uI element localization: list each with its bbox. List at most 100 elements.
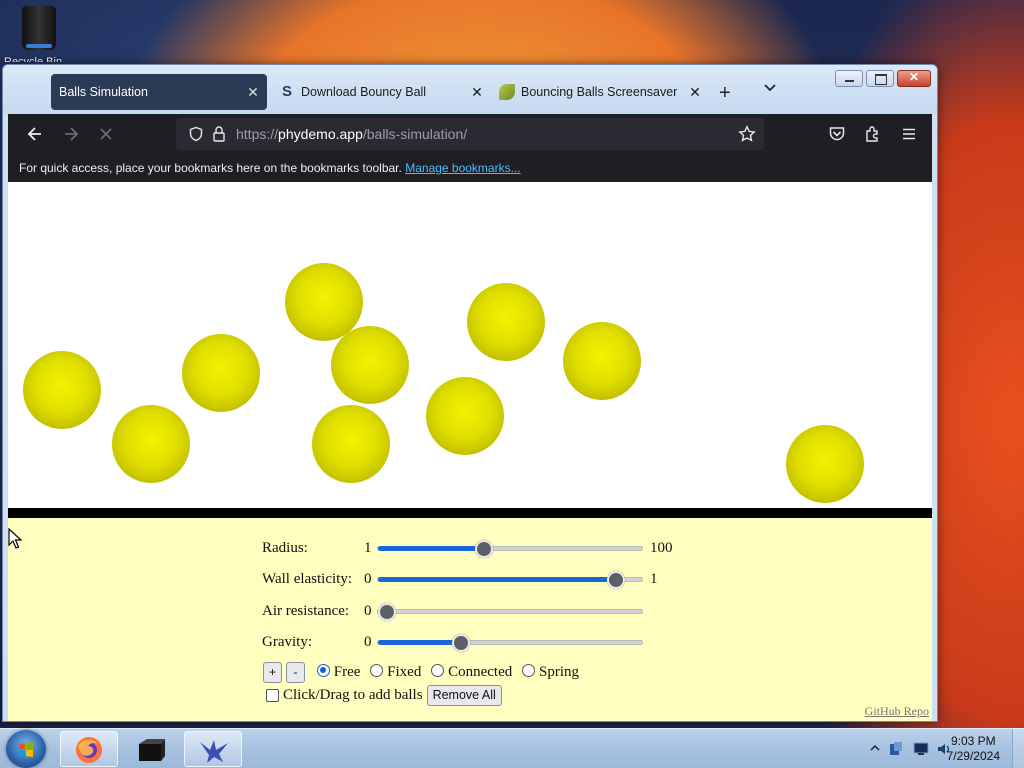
mode-connected-radio[interactable] (431, 664, 445, 677)
ball[interactable] (312, 405, 390, 483)
radius-max: 100 (650, 539, 673, 556)
lock-icon[interactable] (212, 125, 226, 143)
mode-fixed-option[interactable]: Fixed (370, 664, 421, 681)
tab-close-icon[interactable]: ✕ (463, 84, 491, 101)
ball[interactable] (426, 377, 504, 455)
wall-elasticity-min: 0 (364, 570, 372, 587)
gravity-slider[interactable] (377, 634, 643, 652)
start-button[interactable] (6, 730, 46, 768)
taskbar-firefox[interactable] (60, 731, 118, 767)
mode-connected-option[interactable]: Connected (431, 664, 512, 681)
wall-elasticity-label: Wall elasticity: (262, 570, 353, 587)
mode-spring-label: Spring (538, 664, 579, 680)
browser-window: Balls Simulation ✕ S Download Bouncy Bal… (2, 64, 938, 722)
mode-fixed-radio[interactable] (370, 664, 384, 677)
tab-balls-simulation[interactable]: Balls Simulation ✕ (51, 74, 267, 110)
clock-time: 9:03 PM (950, 734, 996, 748)
taskbar-terminal[interactable] (122, 731, 180, 767)
new-tab-button[interactable]: + (719, 82, 731, 105)
windows-logo-icon (19, 742, 33, 757)
wall-elasticity-slider-thumb[interactable] (606, 571, 625, 589)
network-icon[interactable] (912, 741, 930, 757)
s-logo-icon: S (281, 83, 292, 100)
ball[interactable] (182, 334, 260, 412)
air-resistance-slider[interactable] (377, 603, 643, 621)
minimize-button[interactable] (835, 70, 863, 87)
action-center-icon[interactable] (888, 741, 904, 757)
stop-loading-icon[interactable] (96, 124, 116, 144)
gravity-min: 0 (364, 633, 372, 650)
add-ball-button[interactable]: + (263, 662, 282, 683)
ball[interactable] (563, 322, 641, 400)
mode-row: + - Free Fixed Connected Spring (263, 662, 579, 683)
url-path: /balls-simulation/ (362, 126, 468, 142)
taskbar-bird-app[interactable] (184, 731, 242, 767)
firefox-icon (76, 737, 102, 763)
extensions-icon[interactable] (864, 125, 882, 143)
mouse-cursor-icon (8, 528, 22, 549)
mode-free-option[interactable]: Free (317, 664, 360, 681)
navigation-toolbar: https://phydemo.app/balls-simulation/ (8, 114, 932, 154)
simulation-canvas[interactable] (8, 182, 932, 508)
radius-label: Radius: (262, 539, 308, 556)
gravity-label: Gravity: (262, 633, 312, 650)
mode-spring-option[interactable]: Spring (522, 664, 579, 681)
url-prefix: https:// (236, 126, 279, 142)
radius-slider-thumb[interactable] (474, 540, 493, 558)
clock-date: 7/29/2024 (946, 749, 1000, 763)
recycle-bin-graphic (22, 6, 56, 50)
tab-close-icon[interactable]: ✕ (681, 84, 709, 101)
simulation-floor (8, 508, 932, 518)
show-desktop-button[interactable] (1012, 729, 1024, 768)
remove-all-button[interactable]: Remove All (426, 685, 502, 706)
mode-connected-label: Connected (448, 664, 513, 680)
back-arrow-icon[interactable] (25, 124, 45, 144)
ball[interactable] (23, 351, 101, 429)
system-tray: 9:03 PM 7/29/2024 (844, 729, 1024, 768)
tab-download-bouncy-ball[interactable]: S Download Bouncy Ball ✕ (279, 74, 491, 110)
taskbar: 9:03 PM 7/29/2024 (0, 728, 1024, 768)
taskbar-clock[interactable]: 9:03 PM 7/29/2024 (947, 734, 1000, 764)
bookmark-star-icon[interactable] (738, 125, 756, 143)
window-controls (835, 70, 931, 87)
air-resistance-slider-thumb[interactable] (378, 603, 396, 621)
leaf-logo-icon (499, 84, 515, 100)
url-text: https://phydemo.app/balls-simulation/ (236, 126, 467, 142)
address-bar[interactable]: https://phydemo.app/balls-simulation/ (176, 118, 764, 150)
mode-fixed-label: Fixed (387, 664, 422, 680)
click-drag-checkbox[interactable] (266, 689, 279, 702)
wall-elasticity-slider[interactable] (377, 571, 643, 589)
recycle-bin-icon[interactable] (20, 6, 58, 54)
air-resistance-label: Air resistance: (262, 602, 350, 619)
mode-free-radio[interactable] (317, 664, 330, 677)
show-hidden-icons-icon[interactable] (870, 744, 880, 752)
list-all-tabs-icon[interactable] (763, 81, 777, 95)
radius-slider[interactable] (377, 540, 643, 558)
github-repo-link[interactable]: GitHub Repo (865, 704, 929, 719)
bookmarks-message: For quick access, place your bookmarks h… (19, 161, 402, 175)
tab-bouncing-balls-screensaver[interactable]: Bouncing Balls Screensaver for ✕ (499, 74, 709, 110)
radius-slider-fill (378, 546, 484, 551)
tab-title: Balls Simulation (59, 85, 148, 99)
ball[interactable] (467, 283, 545, 361)
pocket-icon[interactable] (828, 125, 846, 143)
ball[interactable] (112, 405, 190, 483)
forward-arrow-icon[interactable] (61, 124, 81, 144)
remove-ball-button[interactable]: - (286, 662, 305, 683)
ball[interactable] (331, 326, 409, 404)
tab-strip: Balls Simulation ✕ S Download Bouncy Bal… (3, 65, 937, 114)
mode-spring-radio[interactable] (522, 664, 536, 677)
menu-hamburger-icon[interactable] (900, 125, 918, 143)
air-resistance-min: 0 (364, 602, 372, 619)
controls-panel: Radius: 1 100 Wall elasticity: 0 1 Air r… (8, 518, 932, 721)
bird-app-icon (200, 740, 228, 763)
wall-elasticity-slider-fill (378, 577, 616, 582)
shield-icon[interactable] (188, 126, 204, 142)
gravity-slider-thumb[interactable] (451, 634, 470, 652)
ball[interactable] (786, 425, 864, 503)
radius-min: 1 (364, 539, 372, 556)
close-window-button[interactable] (897, 70, 931, 87)
tab-close-icon[interactable]: ✕ (239, 84, 267, 101)
manage-bookmarks-link[interactable]: Manage bookmarks... (405, 161, 520, 175)
restore-button[interactable] (866, 70, 894, 87)
